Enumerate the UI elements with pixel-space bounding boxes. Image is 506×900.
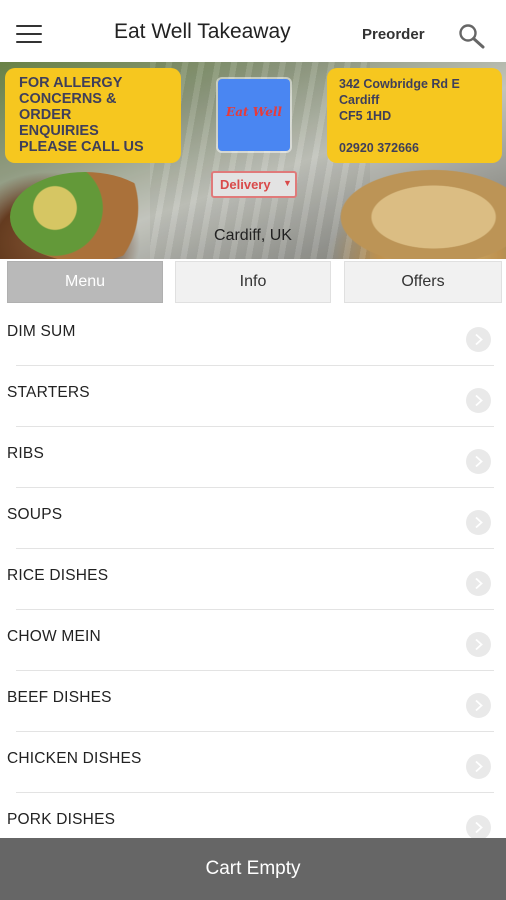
menu-category-row[interactable]: SOUPS [0, 488, 506, 549]
logo-text: Eat Well [226, 105, 282, 119]
menu-category-row[interactable]: BEEF DISHES [0, 671, 506, 732]
chevron-right-icon[interactable] [466, 510, 491, 535]
category-label: CHOW MEIN [7, 628, 101, 645]
chevron-right-icon[interactable] [466, 327, 491, 352]
tab-offers[interactable]: Offers [344, 261, 502, 303]
category-label: PORK DISHES [7, 811, 116, 828]
hero-banner: FOR ALLERGY CONCERNS & ORDER ENQUIRIES P… [0, 62, 506, 259]
menu-category-row[interactable]: CHICKEN DISHES [0, 732, 506, 793]
hamburger-menu-icon[interactable] [16, 25, 42, 45]
address-line: CF5 1HD [339, 109, 392, 123]
category-label: RICE DISHES [7, 567, 109, 584]
menu-category-row[interactable]: DIM SUM [0, 305, 506, 366]
app-title: Eat Well Takeaway [114, 20, 291, 43]
menu-category-row[interactable]: STARTERS [0, 366, 506, 427]
allergy-notice: FOR ALLERGY CONCERNS & ORDER ENQUIRIES P… [5, 68, 181, 163]
allergy-line: PLEASE CALL US [19, 139, 144, 155]
cart-bar[interactable]: Cart Empty [0, 838, 506, 900]
allergy-line: FOR ALLERGY [19, 75, 123, 91]
tab-info[interactable]: Info [175, 261, 331, 303]
address-line: 342 Cowbridge Rd E [339, 77, 460, 91]
chevron-right-icon[interactable] [466, 754, 491, 779]
delivery-mode-select[interactable]: Delivery ▼ [211, 171, 297, 198]
category-label: BEEF DISHES [7, 689, 112, 706]
category-label: STARTERS [7, 384, 90, 401]
category-label: DIM SUM [7, 323, 76, 340]
chevron-right-icon[interactable] [466, 632, 491, 657]
category-label: SOUPS [7, 506, 63, 523]
category-label: RIBS [7, 445, 44, 462]
chevron-right-icon[interactable] [466, 693, 491, 718]
chevron-right-icon[interactable] [466, 449, 491, 474]
allergy-line: CONCERNS & [19, 91, 117, 107]
tab-menu[interactable]: Menu [7, 261, 163, 303]
menu-category-row[interactable]: RICE DISHES [0, 549, 506, 610]
chevron-right-icon[interactable] [466, 388, 491, 413]
chevron-right-icon[interactable] [466, 571, 491, 596]
dropdown-caret-icon: ▼ [283, 178, 292, 188]
address-box: 342 Cowbridge Rd E Cardiff CF5 1HD 02920… [327, 68, 502, 163]
delivery-mode-label: Delivery [220, 177, 271, 192]
hero-food-image [10, 172, 160, 259]
search-icon[interactable] [458, 23, 486, 49]
address-line: Cardiff [339, 93, 380, 107]
cart-status-label: Cart Empty [205, 858, 301, 879]
menu-category-row[interactable]: RIBS [0, 427, 506, 488]
allergy-line: ORDER [19, 107, 72, 123]
preorder-button[interactable]: Preorder [362, 26, 425, 43]
location-label: Cardiff, UK [214, 227, 292, 244]
phone-number[interactable]: 02920 372666 [339, 140, 494, 156]
tab-bar: Menu Info Offers [0, 259, 506, 305]
menu-category-row[interactable]: CHOW MEIN [0, 610, 506, 671]
chevron-right-icon[interactable] [466, 815, 491, 840]
category-label: CHICKEN DISHES [7, 750, 142, 767]
allergy-line: ENQUIRIES [19, 123, 99, 139]
restaurant-logo: Eat Well [218, 79, 290, 151]
app-header: Eat Well Takeaway Preorder [0, 0, 506, 62]
